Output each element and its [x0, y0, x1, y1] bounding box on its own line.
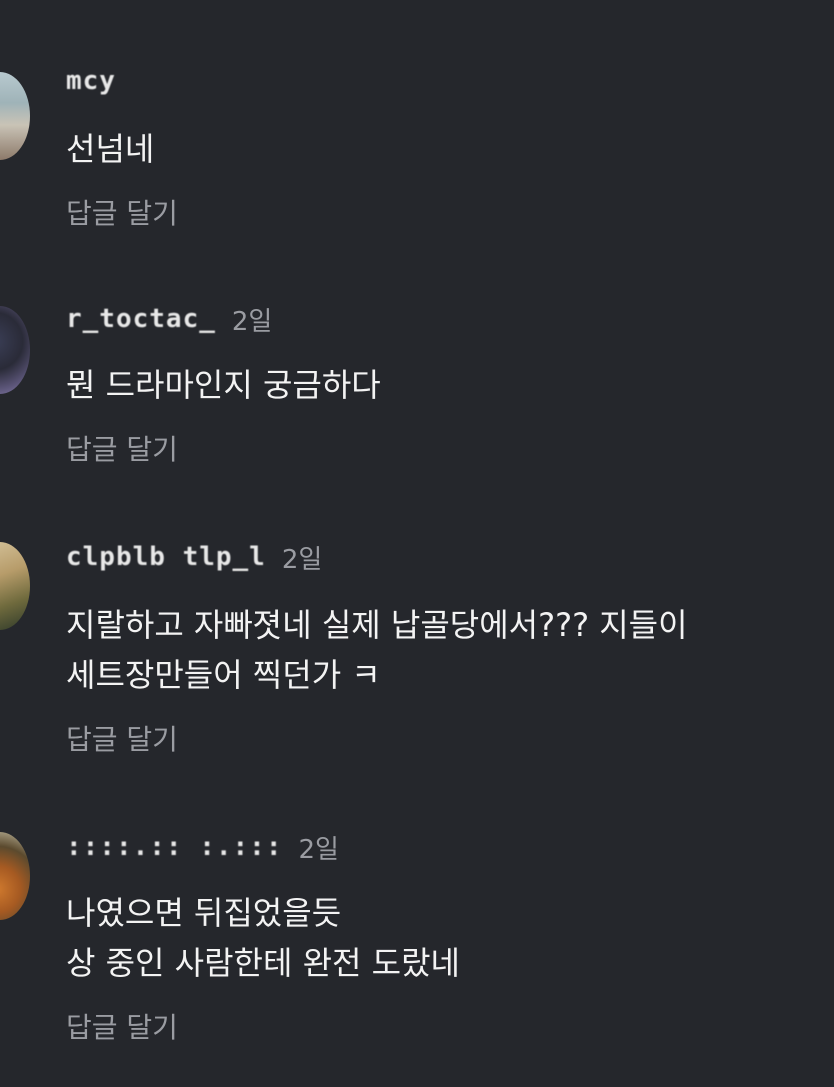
reply-button[interactable]: 답글 달기: [66, 1006, 178, 1046]
username[interactable]: mcy: [66, 66, 199, 96]
comment-meta: r_toctac_ 2일: [66, 302, 273, 337]
avatar[interactable]: [0, 306, 30, 394]
comment-line: 상 중인 사람한테 완전 도랐네: [66, 944, 460, 982]
timestamp: 2일: [231, 306, 273, 337]
timestamp: 2일: [298, 834, 339, 865]
comment-text: 뭔 드라마인지 궁금하다: [66, 360, 381, 410]
comment-meta: mcy: [66, 64, 215, 98]
comment-meta: ::::.:: :.::: 2일: [66, 830, 339, 865]
comment-text: 지랄하고 자빠졋네 실제 납골당에서??? 지들이 세트장만들어 찍던가 ㅋ: [66, 600, 688, 700]
comment-line: 선넘네: [66, 130, 155, 168]
comment-text: 선넘네: [66, 124, 154, 174]
username[interactable]: r_toctac_: [66, 304, 216, 334]
avatar[interactable]: [0, 832, 30, 920]
comment-line: 지랄하고 자빠졋네 실제 납골당에서??? 지들이: [66, 606, 688, 644]
comment-line: 나였으면 뒤집었을듯: [66, 894, 342, 932]
reply-button[interactable]: 답글 달기: [66, 192, 178, 232]
reply-button[interactable]: 답글 달기: [66, 718, 178, 758]
username[interactable]: ::::.:: :.:::: [66, 832, 283, 862]
timestamp: 2일: [281, 544, 323, 575]
comment-line: 뭔 드라마인지 궁금하다: [66, 366, 381, 404]
reply-button[interactable]: 답글 달기: [66, 428, 178, 468]
comment-meta: clpblb tlp_l 2일: [66, 540, 323, 575]
avatar[interactable]: [0, 542, 30, 630]
username[interactable]: clpblb tlp_l: [66, 542, 266, 572]
comment-text: 나였으면 뒤집었을듯 상 중인 사람한테 완전 도랐네: [66, 888, 460, 988]
comment-line: 세트장만들어 찍던가 ㅋ: [66, 656, 381, 694]
avatar[interactable]: [0, 72, 30, 160]
